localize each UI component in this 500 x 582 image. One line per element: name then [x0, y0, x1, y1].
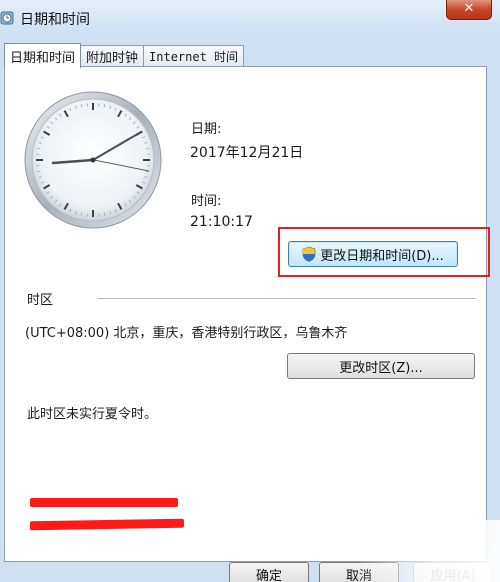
cancel-button[interactable]: 取消	[319, 562, 399, 582]
redaction-mark	[30, 498, 178, 507]
title-bar: 日期和时间 ✕	[0, 0, 500, 36]
change-date-time-button[interactable]: 更改日期和时间(D)...	[288, 241, 458, 267]
ok-button[interactable]: 确定	[229, 562, 309, 582]
clock-app-icon	[0, 11, 14, 25]
tab-strip: 日期和时间 附加时钟 Internet 时间	[4, 43, 245, 68]
close-button[interactable]: ✕	[446, 0, 492, 20]
change-date-time-label: 更改日期和时间(D)...	[320, 248, 444, 264]
analog-clock	[24, 91, 162, 229]
time-label: 时间:	[191, 194, 222, 209]
apply-button[interactable]: 应用(A)	[413, 562, 493, 582]
tab-date-time[interactable]: 日期和时间	[4, 43, 82, 68]
timezone-heading: 时区	[27, 293, 54, 308]
uac-shield-icon	[302, 246, 316, 262]
change-timezone-button[interactable]: 更改时区(Z)...	[287, 353, 475, 379]
date-label: 日期:	[191, 122, 222, 137]
date-value: 2017年12月21日	[190, 145, 304, 161]
window-title: 日期和时间	[20, 12, 90, 28]
clock-center	[90, 157, 96, 163]
tab-internet-time[interactable]: Internet 时间	[143, 45, 245, 67]
change-timezone-label: 更改时区(Z)...	[339, 360, 423, 376]
section-divider	[98, 298, 476, 299]
tab-panel: 日期: 2017年12月21日 时间: 21:10:17 更改日期和时间(D).…	[4, 66, 490, 562]
tab-additional-clocks[interactable]: 附加时钟	[80, 45, 145, 67]
timezone-value: (UTC+08:00) 北京，重庆，香港特别行政区，乌鲁木齐	[25, 326, 348, 341]
dst-note: 此时区未实行夏令时。	[27, 407, 158, 422]
time-value: 21:10:17	[190, 214, 253, 230]
close-icon: ✕	[463, 1, 475, 16]
redaction-mark	[29, 518, 185, 531]
